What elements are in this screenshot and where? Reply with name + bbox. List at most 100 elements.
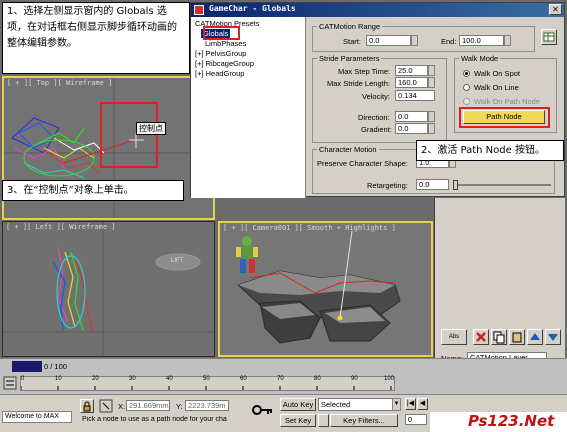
tick-label: 60 [240, 376, 247, 382]
direction-spinner[interactable] [428, 111, 435, 122]
camera-character [236, 236, 258, 273]
walk-on-spot-label[interactable]: Walk On Spot [474, 69, 520, 78]
paste-layer-icon[interactable] [509, 329, 525, 345]
tree-item-headgroup[interactable]: [+] HeadGroup [195, 69, 244, 78]
tree-item-pelvisgroup[interactable]: [+] PelvisGroup [195, 49, 246, 58]
end-spinner[interactable] [504, 35, 511, 46]
current-frame-field[interactable]: 0 [405, 414, 427, 425]
mini-curve-icon[interactable] [3, 376, 17, 390]
previous-frame-icon[interactable]: ◀ [417, 398, 428, 410]
max-stride-length-label: Max Stride Length: [327, 79, 390, 88]
walk-mode-title: Walk Mode [459, 54, 501, 63]
status-bar: Welcome to MAX X: 291.669mm Y: 2223.739m… [0, 394, 567, 432]
left-object-label: LIFT [171, 258, 184, 264]
control-point-label: 控制点 [136, 122, 166, 135]
set-key-mode-icon[interactable] [318, 414, 329, 427]
tick-label: 100 [384, 376, 395, 382]
tick-label: 10 [55, 376, 62, 382]
chevron-down-icon[interactable]: ▼ [392, 398, 401, 411]
walk-on-spot-radio[interactable] [463, 70, 470, 77]
direction-label: Direction: [358, 113, 390, 122]
walk-on-line-label[interactable]: Walk On Line [474, 83, 519, 92]
y-coordinate-field[interactable]: 2223.739m [185, 400, 229, 411]
key-filters-button[interactable]: Key Filters... [330, 414, 398, 427]
retargeting-label: Retargeting: [367, 181, 408, 190]
selected-dropdown[interactable]: Selected [318, 398, 393, 411]
callout-step1: 1、选择左侧显示窗内的 Globals 选项，在对话框右侧显示脚步循环动画的整体… [2, 2, 190, 74]
auto-key-button[interactable]: Auto Key [280, 398, 316, 411]
close-icon[interactable]: ✕ [549, 4, 562, 15]
velocity-label: Velocity: [362, 92, 390, 101]
tick-label: 30 [129, 376, 136, 382]
max-step-time-spinner[interactable] [428, 65, 435, 76]
start-spinner[interactable] [411, 35, 418, 46]
walk-on-line-radio[interactable] [463, 84, 470, 91]
velocity-field[interactable]: 0.134 [395, 90, 435, 101]
key-icon[interactable] [252, 403, 274, 417]
watermark-text: Ps123.Net [468, 412, 555, 430]
x-coordinate-label: X: [118, 402, 126, 411]
cat-motion-dialog: GameChar - Globals ✕ CATMotion Presets G… [190, 2, 565, 198]
dialog-title: GameChar - Globals [209, 4, 296, 13]
tick-label: 90 [351, 376, 358, 382]
gradient-spinner[interactable] [428, 123, 435, 134]
callout-step3: 3、在“控制点”对象上单击。 [2, 180, 184, 201]
tick-label: 50 [203, 376, 210, 382]
delete-layer-icon[interactable] [473, 329, 489, 345]
abs-layer-icon[interactable]: Abs [441, 329, 467, 345]
walk-on-path-node-label[interactable]: Walk On Path Node [474, 97, 540, 106]
retargeting-field[interactable]: 0.0 [416, 179, 449, 190]
dialog-titlebar[interactable]: GameChar - Globals ✕ [191, 3, 564, 17]
gradient-field[interactable]: 0.0 [395, 123, 428, 134]
max-stride-length-spinner[interactable] [428, 77, 435, 88]
lock-icon[interactable] [80, 399, 94, 413]
wireframe-character [11, 117, 105, 179]
tree-item-limbphases[interactable]: LimbPhases [205, 39, 246, 48]
retargeting-slider-thumb[interactable] [453, 180, 458, 190]
tree-item-ribcagegroup[interactable]: [+] RibcageGroup [195, 59, 254, 68]
timeline[interactable]: 0 / 100 0 10 20 30 40 50 60 70 80 90 100 [0, 358, 567, 394]
x-coordinate-field[interactable]: 291.669mm [126, 400, 170, 411]
end-label: End: [441, 37, 457, 46]
tick-label: 0 [21, 376, 25, 382]
max-stride-length-field[interactable]: 160.0 [395, 77, 428, 88]
absolute-mode-icon[interactable] [99, 399, 113, 413]
gradient-label: Gradient: [361, 125, 392, 134]
max-step-time-label: Max Step Time: [338, 67, 391, 76]
left-wireframe-character [52, 246, 94, 333]
start-field[interactable]: 0.0 [366, 35, 411, 46]
copy-layer-icon[interactable] [491, 329, 507, 345]
timeline-slider-start[interactable] [12, 361, 42, 372]
watermark: Ps123.Net [430, 412, 567, 432]
retargeting-slider-track[interactable] [453, 184, 551, 186]
max-step-time-field[interactable]: 25.0 [395, 65, 428, 76]
end-field[interactable]: 100.0 [459, 35, 504, 46]
globals-highlight [203, 26, 240, 40]
camera-viewport[interactable]: [ + ][ Camera001 ][ Smooth + Highlights … [218, 221, 433, 357]
stride-title: Stride Parameters [317, 54, 382, 63]
table-icon[interactable] [541, 29, 557, 45]
go-to-start-icon[interactable]: |◀ [405, 398, 416, 410]
character-motion-title: Character Motion [317, 145, 379, 154]
preset-tree[interactable]: CATMotion Presets Globals LimbPhases [+]… [191, 17, 306, 198]
direction-field[interactable]: 0.0 [395, 111, 428, 122]
maxscript-listener[interactable]: Welcome to MAX [2, 411, 72, 423]
timeline-tick-labels: 0 10 20 30 40 50 60 70 80 90 100 [20, 376, 395, 386]
tick-label: 70 [277, 376, 284, 382]
move-up-icon[interactable] [527, 329, 543, 345]
control-point-highlight [100, 102, 158, 168]
move-down-icon[interactable] [545, 329, 561, 345]
preserve-shape-label: Preserve Character Shape: [317, 159, 408, 168]
callout-step2: 2、激活 Path Node 按钮。 [416, 140, 564, 161]
frame-counter: 0 / 100 [44, 362, 67, 371]
start-label: Start: [343, 37, 361, 46]
path-node-highlight [459, 107, 550, 128]
set-key-button[interactable]: Set Key [280, 414, 316, 427]
app-icon [194, 5, 204, 15]
left-viewport[interactable]: [ + ][ Left ][ Wireframe ] LIFT [2, 221, 215, 357]
range-title: CATMotion Range [317, 22, 383, 31]
walk-on-path-node-radio[interactable] [463, 98, 470, 105]
prompt-line: Pick a node to use as a path node for yo… [82, 416, 227, 423]
left-viewport-graphics [3, 222, 214, 356]
tick-label: 80 [314, 376, 321, 382]
